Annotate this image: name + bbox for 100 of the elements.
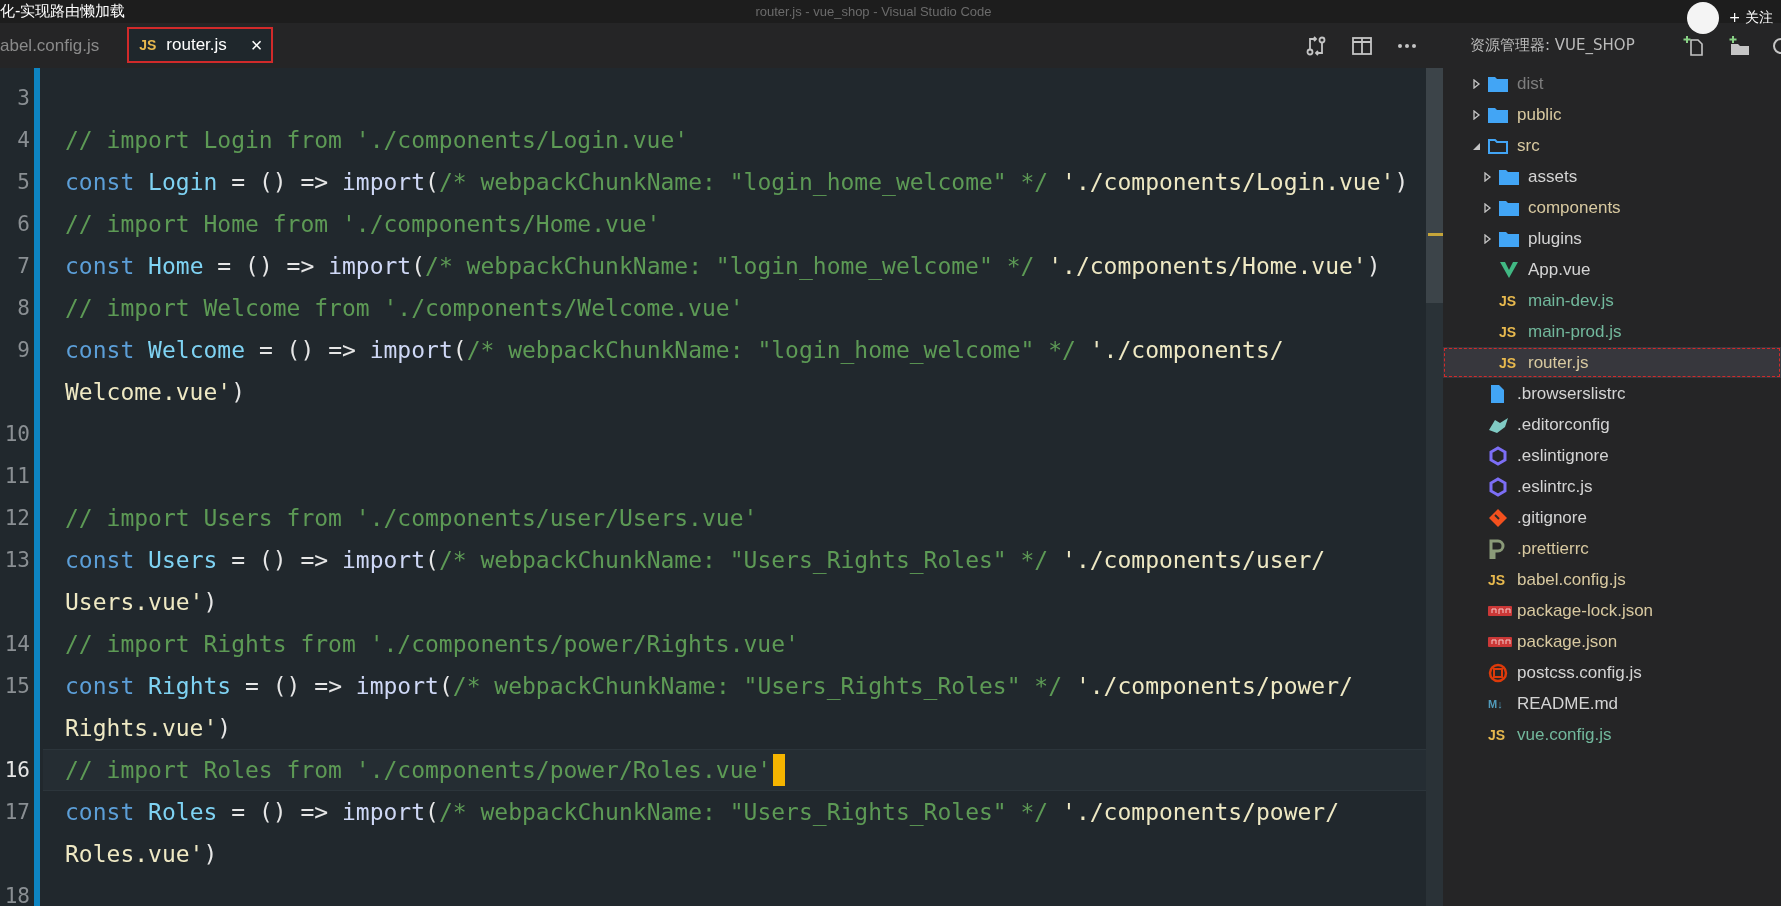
folder-icon: [1499, 168, 1519, 185]
p-shape-icon: [1488, 538, 1506, 559]
line-number: 16: [3, 757, 30, 784]
js-file-icon: JS: [1488, 726, 1506, 743]
collapsed-arrow-icon: [1482, 202, 1492, 213]
file-name: postcss.config.js: [1517, 662, 1642, 683]
tree-item[interactable]: JS main-dev.js: [1443, 285, 1781, 316]
tree-item[interactable]: M↓ README.md: [1443, 688, 1781, 719]
code-line: // import Welcome from './components/Welcome.vue': [65, 294, 744, 323]
more-icon[interactable]: [1397, 42, 1417, 49]
avatar-icon[interactable]: [1686, 2, 1719, 34]
file-name: package-lock.json: [1517, 600, 1654, 621]
line-number: 13: [3, 547, 30, 574]
video-title: 化-实现路由懒加载: [0, 2, 126, 21]
diamond-icon: [1488, 507, 1508, 528]
code-line: // import Rights from './components/power/Rights.vue': [65, 630, 799, 659]
js-file-icon: JS: [1488, 571, 1506, 588]
code-line: // import Login from './components/Login.vue': [65, 126, 689, 155]
file-name: public: [1517, 104, 1562, 125]
line-number: 12: [3, 505, 30, 532]
js-file-icon: JS: [1499, 354, 1517, 371]
file-name: dist: [1517, 73, 1544, 94]
tree-item[interactable]: assets: [1443, 161, 1781, 192]
tree-item[interactable]: package.json: [1443, 626, 1781, 657]
line-number: 17: [3, 799, 30, 826]
line-number: 15: [3, 673, 30, 700]
line-number: 18: [3, 883, 30, 906]
code-line: const Users = () => import(/* webpackChunkName: "Users_Rights_Roles" */ './components/user/: [65, 546, 1326, 575]
collapsed-arrow-icon: [1482, 233, 1492, 244]
file-name: App.vue: [1528, 259, 1591, 280]
line-number: 5: [16, 169, 30, 196]
tree-item[interactable]: components: [1443, 192, 1781, 223]
explorer-title: 资源管理器: VUE_SHOP: [1470, 36, 1635, 55]
folder-icon: [1488, 106, 1508, 123]
tree-item[interactable]: .eslintignore: [1443, 440, 1781, 471]
open-folder-icon: [1488, 137, 1508, 154]
folder-icon: [1499, 230, 1519, 247]
file-name: package.json: [1517, 631, 1618, 652]
line-number: 11: [3, 463, 30, 490]
folder-icon: [1499, 199, 1519, 216]
tree-item[interactable]: .eslintrc.js: [1443, 471, 1781, 502]
file-name: .eslintrc.js: [1517, 476, 1593, 497]
hexagon-icon: [1488, 476, 1508, 497]
refresh-icon[interactable]: [1773, 35, 1781, 56]
code-line: const Rights = () => import(/* webpackChunkName: "Users_Rights_Roles" */ './components/power/: [65, 672, 1353, 701]
collapsed-arrow-icon: [1482, 171, 1492, 182]
file-name: main-dev.js: [1528, 290, 1614, 311]
split-editor-icon[interactable]: [1351, 35, 1373, 56]
collapsed-arrow-icon: [1471, 109, 1481, 120]
file-name: .prettierrc: [1517, 538, 1589, 559]
code-line: // import Users from './components/user/Users.vue': [65, 504, 758, 533]
new-folder-icon[interactable]: [1727, 35, 1751, 56]
compare-changes-icon[interactable]: [1305, 34, 1327, 57]
tree-item[interactable]: public: [1443, 99, 1781, 130]
tree-item[interactable]: .browserslistrc: [1443, 378, 1781, 409]
line-number: 7: [16, 253, 30, 280]
tree-item[interactable]: postcss.config.js: [1443, 657, 1781, 688]
close-icon[interactable]: ×: [250, 33, 263, 57]
tree-item[interactable]: App.vue: [1443, 254, 1781, 285]
tree-item[interactable]: .editorconfig: [1443, 409, 1781, 440]
code-line: const Home = () => import(/* webpackChunkName: "login_home_welcome" */ './components/Home.vue'): [65, 252, 1381, 281]
folder-icon: [1488, 75, 1508, 92]
file-name: .eslintignore: [1517, 445, 1609, 466]
change-marker: [1428, 233, 1443, 236]
file-name: README.md: [1517, 693, 1619, 714]
vue-icon: [1499, 260, 1519, 279]
line-number: 4: [16, 127, 30, 154]
line-number: 14: [3, 631, 30, 658]
markdown-icon: M↓: [1488, 697, 1503, 710]
follow-button[interactable]: + 关注: [1728, 9, 1773, 27]
new-file-icon[interactable]: [1683, 34, 1705, 57]
code-line: Rights.vue'): [65, 714, 232, 743]
tree-item[interactable]: .prettierrc: [1443, 533, 1781, 564]
tree-item[interactable]: dist: [1443, 68, 1781, 99]
editor-tab[interactable]: JS router.js ×: [127, 27, 273, 63]
file-name: src: [1517, 135, 1540, 156]
tree-item[interactable]: JS babel.config.js: [1443, 564, 1781, 595]
file-name: assets: [1528, 166, 1578, 187]
file-name: .gitignore: [1517, 507, 1587, 528]
line-number: 9: [16, 337, 30, 364]
file-icon: [1488, 383, 1506, 404]
npm-icon: [1488, 635, 1512, 648]
js-file-icon: JS: [1499, 292, 1517, 309]
tree-item[interactable]: plugins: [1443, 223, 1781, 254]
scrollbar-thumb[interactable]: [1426, 68, 1443, 303]
tree-item[interactable]: JS main-prod.js: [1443, 316, 1781, 347]
code-line: const Login = () => import(/* webpackChunkName: "login_home_welcome" */ './components/Login.vue'): [65, 168, 1409, 197]
code-line: // import Home from './components/Home.vue': [65, 210, 661, 239]
line-number: 8: [16, 295, 30, 322]
tree-item[interactable]: JS vue.config.js: [1443, 719, 1781, 750]
file-name: vue.config.js: [1517, 724, 1612, 745]
line-number: 6: [16, 211, 30, 238]
tree-item[interactable]: package-lock.json: [1443, 595, 1781, 626]
tree-item[interactable]: JS router.js: [1443, 347, 1781, 378]
tree-item[interactable]: src: [1443, 130, 1781, 161]
file-name: babel.config.js: [1517, 569, 1626, 590]
tree-item[interactable]: .gitignore: [1443, 502, 1781, 533]
scrollbar[interactable]: [1426, 68, 1443, 906]
editor-tab[interactable]: abel.config.js: [0, 23, 128, 68]
code-line: Roles.vue'): [65, 840, 218, 869]
